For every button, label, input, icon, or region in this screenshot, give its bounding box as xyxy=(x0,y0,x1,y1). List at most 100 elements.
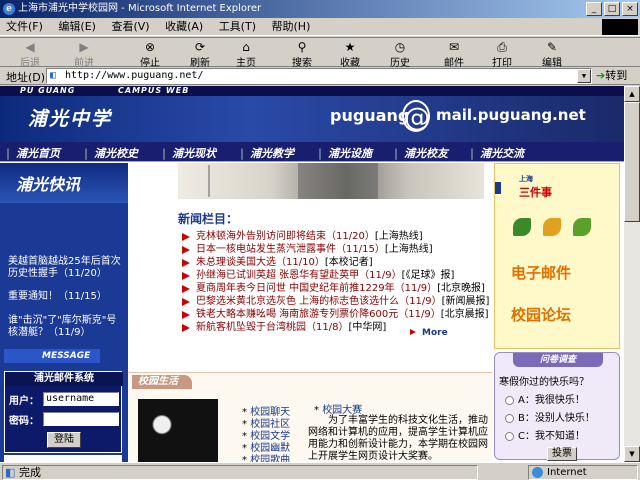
home-button[interactable]: ⌂ 主页 xyxy=(222,39,270,69)
news-source: [上海热线] xyxy=(384,244,433,255)
news-source: [北京晨报] xyxy=(440,309,489,320)
menu-tools[interactable]: 工具(T) xyxy=(213,18,262,36)
right-column: 上海 三件事 电子邮件 校园论坛 xyxy=(494,163,620,349)
campus-photo xyxy=(138,399,218,462)
scroll-thumb[interactable] xyxy=(624,102,640,222)
window-controls: _ □ × xyxy=(586,2,638,16)
contest-title[interactable]: 校园大赛 xyxy=(314,401,362,416)
news-item[interactable]: 朱总理谈美国大选（11/10）[本校记者] xyxy=(178,256,488,269)
history-icon: ◷ xyxy=(394,40,406,54)
menu-view[interactable]: 查看(V) xyxy=(105,18,155,36)
menu-file[interactable]: 文件(F) xyxy=(0,18,49,36)
site-top-strip: PU GUANG CAMPUS WEB xyxy=(0,86,624,96)
left-news-item[interactable]: 美越首脑越战25年后首次历史性握手（11/20） xyxy=(8,256,122,280)
left-bottom-banner[interactable] xyxy=(4,455,122,462)
kuaixun-heading: 浦光快讯 xyxy=(0,163,128,203)
news-item[interactable]: 克林顿海外告别访问即将结束（11/20）[上海热线] xyxy=(178,230,488,243)
nav-teaching[interactable]: 浦光教学 xyxy=(240,145,294,161)
favorites-icon: ★ xyxy=(344,40,356,54)
news-source: [中华网] xyxy=(348,322,387,333)
radio-button[interactable] xyxy=(505,395,514,405)
vote-button[interactable]: 投票 xyxy=(547,447,577,461)
back-arrow-icon: ◀ xyxy=(25,40,35,54)
radio-button[interactable] xyxy=(505,431,514,441)
menu-bar: 文件(F) 编辑(E) 查看(V) 收藏(A) 工具(T) 帮助(H) xyxy=(0,18,640,36)
go-arrow-icon: ➔ xyxy=(596,69,606,82)
menu-favorites[interactable]: 收藏(A) xyxy=(159,18,209,36)
home-icon: ⌂ xyxy=(242,40,250,54)
poll-option[interactable]: A：我很快乐！ xyxy=(505,391,585,406)
back-button[interactable]: ◀ 后退 xyxy=(6,39,54,69)
scroll-down-arrow-icon[interactable]: ▼ xyxy=(624,446,640,462)
sanjianshi-link[interactable]: 上海 三件事 xyxy=(519,174,552,200)
address-dropdown-button[interactable]: ▼ xyxy=(577,69,591,83)
menu-help[interactable]: 帮助(H) xyxy=(266,18,317,36)
nav-facilities[interactable]: 浦光设施 xyxy=(318,145,372,161)
contest-description: 为了丰富学生的科技文化生活，推动网络和计算机的应用，提高学生计算机应用能力和创新… xyxy=(308,415,488,462)
forward-button[interactable]: ▶ 前进 xyxy=(60,39,108,69)
leaf-icon xyxy=(513,218,531,236)
news-item[interactable]: 日本一核电站发生蒸汽泄露事件（11/15）[上海热线] xyxy=(178,243,488,256)
poll-option[interactable]: B：没别人快乐！ xyxy=(505,409,595,424)
search-button[interactable]: ⚲ 搜索 xyxy=(278,39,326,69)
globe-icon xyxy=(532,467,543,478)
login-button[interactable]: 登陆 xyxy=(47,432,81,448)
radio-button[interactable] xyxy=(505,413,514,423)
poll-option-label: A：我很快乐！ xyxy=(518,395,585,406)
news-source: [本校记者] xyxy=(324,257,373,268)
go-label: 转到 xyxy=(605,69,628,82)
nav-exchange[interactable]: 浦光交流 xyxy=(470,145,524,161)
news-item[interactable]: 孙继海已试训英超 张恩华有望赴英甲（11/9）[《足球》报] xyxy=(178,269,488,282)
banner-mail-domain: mail.puguang.net xyxy=(436,106,586,124)
go-button[interactable]: ➔转到 xyxy=(596,68,636,84)
history-button[interactable]: ◷ 历史 xyxy=(376,39,424,69)
minimize-button[interactable]: _ xyxy=(586,2,602,16)
news-item[interactable]: 巴黎选米黄北京选灰色 上海的标志色该选什么（11/9）[新闻晨报] xyxy=(178,295,489,308)
password-input[interactable] xyxy=(43,412,119,426)
mail-button[interactable]: ✉ 邮件 xyxy=(430,39,478,69)
more-link[interactable]: More xyxy=(410,328,448,338)
title-bar: e 上海市浦光中学校园网 - Microsoft Internet Explor… xyxy=(0,0,640,18)
left-news-item[interactable]: 谁"击沉"了"库尔斯克"号核潜艇？（11/9） xyxy=(8,315,122,339)
mail-login-box: 浦光邮件系统 用户： username 密码： 登陆 xyxy=(4,371,123,453)
user-label: 用户： xyxy=(9,396,39,407)
refresh-icon: ⟳ xyxy=(194,40,206,54)
school-photo-banner xyxy=(178,163,484,199)
favorites-button[interactable]: ★ 收藏 xyxy=(326,39,374,69)
sanjianshi-small: 上海 xyxy=(519,175,533,183)
news-text: 夏商周年表今日问世 中国史纪年前推1229年（11/9） xyxy=(196,283,438,294)
edit-icon: ✎ xyxy=(546,40,558,54)
poll-option[interactable]: C：我不知道！ xyxy=(505,427,585,442)
menu-edit[interactable]: 编辑(E) xyxy=(52,18,102,36)
news-title: 新闻栏目： xyxy=(178,212,239,226)
campus-life-section: 校园生活 校园聊天 校园社区 校园文学 校园幽默 校园歌曲 校园大赛 为了丰富学… xyxy=(128,372,492,462)
news-item[interactable]: 铁老大略本赚吆喝 海南旅游专列票价降600元（11/9）[北京晨报] xyxy=(178,308,489,321)
vertical-scrollbar[interactable]: ▲ ▼ xyxy=(624,86,640,462)
print-button[interactable]: ⎙ 打印 xyxy=(478,39,526,69)
campus-link[interactable]: 校园歌曲 xyxy=(242,451,290,462)
nav-home[interactable]: 浦光首页 xyxy=(6,145,60,161)
nav-status[interactable]: 浦光现状 xyxy=(162,145,216,161)
username-input[interactable]: username xyxy=(43,392,119,406)
address-input[interactable]: ◧ http://www.puguang.net/ ▼ xyxy=(46,68,592,84)
stop-button[interactable]: ⊗ 停止 xyxy=(126,39,174,69)
scroll-up-arrow-icon[interactable]: ▲ xyxy=(624,86,640,102)
forum-link[interactable]: 校园论坛 xyxy=(511,304,571,325)
poll-option-label: C：我不知道！ xyxy=(518,431,585,442)
nav-alumni[interactable]: 浦光校友 xyxy=(394,145,448,161)
refresh-button[interactable]: ⟳ 刷新 xyxy=(176,39,224,69)
news-item[interactable]: 夏商周年表今日问世 中国史纪年前推1229年（11/9）[北京晚报] xyxy=(178,282,488,295)
window-title: 上海市浦光中学校园网 - Microsoft Internet Explorer xyxy=(18,3,262,14)
news-source: [上海热线] xyxy=(374,231,423,242)
poll-question: 寒假你过的快乐吗？ xyxy=(499,377,589,388)
close-button[interactable]: × xyxy=(622,2,638,16)
search-icon: ⚲ xyxy=(297,40,307,54)
nav-history[interactable]: 浦光校史 xyxy=(84,145,138,161)
site-logo[interactable]: 浦光中学 xyxy=(28,104,112,131)
maximize-button[interactable]: □ xyxy=(604,2,620,16)
left-column: 浦光快讯 美越首脑越战25年后首次历史性握手（11/20） 重要通知！（11/1… xyxy=(0,163,128,462)
email-link[interactable]: 电子邮件 xyxy=(511,262,571,283)
message-bar[interactable]: MESSAGE xyxy=(4,349,100,363)
left-news-item[interactable]: 重要通知！（11/15） xyxy=(8,291,122,303)
edit-button[interactable]: ✎ 编辑 xyxy=(528,39,576,69)
